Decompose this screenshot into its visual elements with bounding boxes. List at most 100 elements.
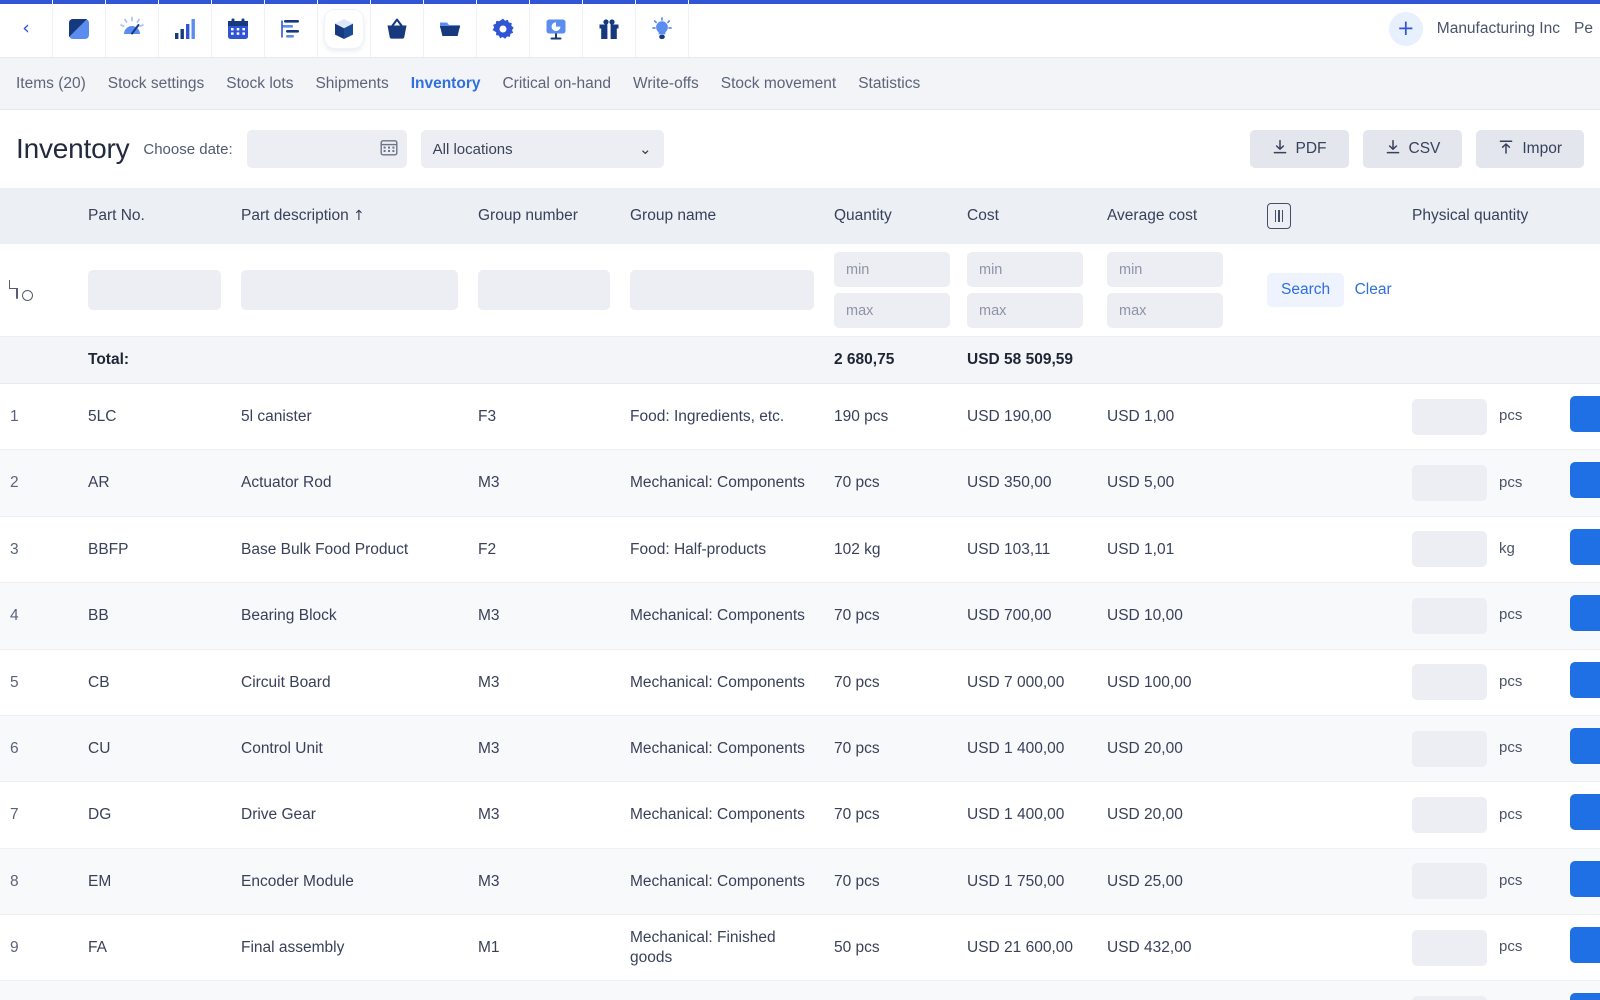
row-physical-quantity: litre: [1402, 981, 1560, 1000]
physical-quantity-input[interactable]: [1412, 930, 1487, 966]
row-part-no: CB: [78, 649, 231, 715]
table-row[interactable]: 2 AR Actuator Rod M3 Mechanical: Compone…: [0, 450, 1600, 516]
chevron-down-icon: ⌄: [639, 140, 652, 158]
tab-stock-settings[interactable]: Stock settings: [108, 75, 205, 93]
row-action-button[interactable]: [1570, 794, 1600, 830]
row-action-button[interactable]: [1570, 396, 1600, 432]
row-action-button[interactable]: [1570, 529, 1600, 565]
row-index: 10: [0, 981, 78, 1000]
row-action-button[interactable]: [1570, 595, 1600, 631]
table-row[interactable]: 1 5LC 5l canister F3 Food: Ingredients, …: [0, 384, 1600, 450]
header-group-name[interactable]: Group name: [620, 188, 824, 244]
physical-quantity-input[interactable]: [1412, 996, 1487, 1000]
physical-quantity-input[interactable]: [1412, 465, 1487, 501]
row-action-button[interactable]: [1570, 993, 1600, 1000]
export-csv-button[interactable]: CSV: [1363, 130, 1463, 168]
table-row[interactable]: 7 DG Drive Gear M3 Mechanical: Component…: [0, 782, 1600, 848]
row-unit: kg: [1499, 540, 1515, 559]
header-columns-settings[interactable]: [1257, 188, 1402, 244]
module-dashboard[interactable]: [53, 0, 106, 57]
filter-average-cost-min-input[interactable]: [1107, 252, 1223, 287]
import-button[interactable]: Impor: [1476, 130, 1584, 168]
user-menu[interactable]: Pe: [1574, 20, 1600, 38]
tab-stock-lots[interactable]: Stock lots: [226, 75, 293, 93]
header-index: [0, 188, 78, 244]
tab-shipments[interactable]: Shipments: [315, 75, 388, 93]
physical-quantity-input[interactable]: [1412, 531, 1487, 567]
row-index: 3: [0, 516, 78, 582]
row-cost: USD 7 000,00: [957, 649, 1097, 715]
row-quantity: 190 pcs: [824, 384, 957, 450]
filter-quantity-max-input[interactable]: [834, 293, 950, 328]
filter-group-number-input[interactable]: [478, 270, 610, 310]
filter-quantity-min-input[interactable]: [834, 252, 950, 287]
filter-group-name-input[interactable]: [630, 270, 814, 310]
filter-group-number-cell: [468, 244, 620, 337]
tab-items[interactable]: Items (20): [16, 75, 86, 93]
table-row[interactable]: 8 EM Encoder Module M3 Mechanical: Compo…: [0, 848, 1600, 914]
add-button[interactable]: +: [1389, 12, 1423, 46]
date-picker-field[interactable]: [247, 130, 407, 168]
row-action-button[interactable]: [1570, 662, 1600, 698]
physical-quantity-input[interactable]: [1412, 863, 1487, 899]
module-rewards[interactable]: [583, 0, 636, 57]
tab-write-offs[interactable]: Write-offs: [633, 75, 699, 93]
physical-quantity-input[interactable]: [1412, 664, 1487, 700]
clear-button[interactable]: Clear: [1349, 273, 1398, 307]
search-button[interactable]: Search: [1267, 273, 1344, 307]
table-row[interactable]: 6 CU Control Unit M3 Mechanical: Compone…: [0, 715, 1600, 781]
header-cost[interactable]: Cost: [957, 188, 1097, 244]
module-performance[interactable]: [106, 0, 159, 57]
row-quantity: 70 pcs: [824, 450, 957, 516]
table-row[interactable]: 4 BB Bearing Block M3 Mechanical: Compon…: [0, 583, 1600, 649]
table-header-row: Part No. Part description ↑ Group number…: [0, 188, 1600, 244]
row-columns-spacer: [1257, 384, 1402, 450]
physical-quantity-input[interactable]: [1412, 731, 1487, 767]
total-spacer-index: [0, 337, 78, 384]
physical-quantity-input[interactable]: [1412, 598, 1487, 634]
module-purchases[interactable]: [371, 0, 424, 57]
table-row[interactable]: 10 LJ Lemon Juice F3 Food: Ingredients, …: [0, 981, 1600, 1000]
back-button[interactable]: ‹: [0, 0, 53, 57]
header-average-cost[interactable]: Average cost: [1097, 188, 1257, 244]
physical-quantity-input[interactable]: [1412, 797, 1487, 833]
row-part-no: 5LC: [78, 384, 231, 450]
module-documents[interactable]: [424, 0, 477, 57]
module-analytics[interactable]: [530, 0, 583, 57]
tab-inventory[interactable]: Inventory: [411, 75, 481, 93]
download-icon: [1385, 139, 1401, 160]
tab-statistics[interactable]: Statistics: [858, 75, 920, 93]
module-tasks[interactable]: [265, 0, 318, 57]
table-row[interactable]: 9 FA Final assembly M1 Mechanical: Finis…: [0, 915, 1600, 981]
save-filter-icon[interactable]: [16, 280, 18, 299]
filter-average-cost-max-input[interactable]: [1107, 293, 1223, 328]
physical-quantity-input[interactable]: [1412, 399, 1487, 435]
table-row[interactable]: 5 CB Circuit Board M3 Mechanical: Compon…: [0, 649, 1600, 715]
header-part-description[interactable]: Part description ↑: [231, 188, 468, 244]
tab-critical-on-hand[interactable]: Critical on-hand: [502, 75, 611, 93]
filter-part-description-input[interactable]: [241, 270, 458, 310]
row-columns-spacer: [1257, 915, 1402, 981]
company-name[interactable]: Manufacturing Inc: [1437, 20, 1560, 38]
row-action-button[interactable]: [1570, 462, 1600, 498]
row-group-name: Mechanical: Components: [620, 715, 824, 781]
location-select[interactable]: All locations ⌄: [421, 130, 664, 168]
tab-stock-movement[interactable]: Stock movement: [721, 75, 836, 93]
header-group-number[interactable]: Group number: [468, 188, 620, 244]
export-pdf-button[interactable]: PDF: [1250, 130, 1349, 168]
row-action-button[interactable]: [1570, 728, 1600, 764]
filter-cost-min-input[interactable]: [967, 252, 1083, 287]
filter-cost-max-input[interactable]: [967, 293, 1083, 328]
filter-part-no-input[interactable]: [88, 270, 221, 310]
module-reports[interactable]: [159, 0, 212, 57]
row-action-button[interactable]: [1570, 927, 1600, 963]
row-action-button[interactable]: [1570, 861, 1600, 897]
header-part-no[interactable]: Part No.: [78, 188, 231, 244]
header-quantity[interactable]: Quantity: [824, 188, 957, 244]
table-row[interactable]: 3 BBFP Base Bulk Food Product F2 Food: H…: [0, 516, 1600, 582]
module-settings[interactable]: [477, 0, 530, 57]
basket-icon: [378, 10, 416, 48]
module-planner[interactable]: [212, 0, 265, 57]
module-stock[interactable]: [318, 0, 371, 57]
module-ideas[interactable]: [636, 0, 689, 57]
